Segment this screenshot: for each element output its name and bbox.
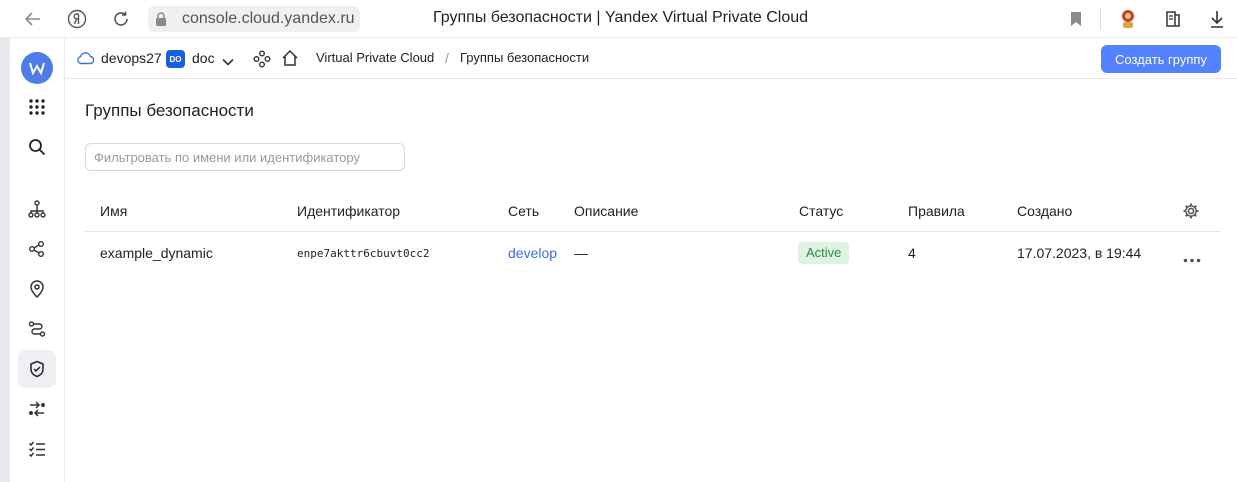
yandex-icon[interactable] <box>66 8 88 30</box>
column-created: Создано <box>1017 203 1073 219</box>
cloud-selector[interactable]: devops27 <box>101 50 162 66</box>
app-header: devops27 DO doc Virtual Private Cloud / … <box>65 38 1237 79</box>
address-bar[interactable]: console.cloud.yandex.ru <box>148 6 360 32</box>
lock-icon <box>153 11 169 27</box>
row-name[interactable]: example_dynamic <box>100 245 213 261</box>
all-services-grid-icon[interactable] <box>18 88 56 126</box>
toolbar-divider <box>1100 8 1101 30</box>
filter-input[interactable] <box>85 143 405 171</box>
column-description: Описание <box>574 203 639 219</box>
reload-icon[interactable] <box>110 8 132 30</box>
subnets-share-icon[interactable] <box>18 230 56 268</box>
table-row[interactable]: example_dynamic enpe7akttr6cbuvt0cc2 dev… <box>85 232 1221 274</box>
bookmark-icon[interactable] <box>1065 8 1087 30</box>
row-id: enpe7akttr6cbuvt0cc2 <box>297 247 430 260</box>
table-header: Имя Идентификатор Сеть Описание Статус П… <box>85 190 1221 232</box>
column-id: Идентификатор <box>297 203 401 219</box>
breadcrumb-separator: / <box>445 50 449 66</box>
browser-toolbar: console.cloud.yandex.ru Группы безопасно… <box>0 0 1237 38</box>
routing-tables-icon[interactable] <box>18 310 56 348</box>
row-description: — <box>574 245 588 261</box>
operations-checklist-icon[interactable] <box>18 430 56 468</box>
url-text: console.cloud.yandex.ru <box>182 10 355 27</box>
column-name: Имя <box>100 203 128 219</box>
more-icon[interactable] <box>1183 251 1201 266</box>
download-icon[interactable] <box>1206 8 1228 30</box>
extension-icon[interactable] <box>1117 8 1139 30</box>
cloud-networks-icon[interactable] <box>18 190 56 228</box>
page-title: Группы безопасности <box>85 101 254 120</box>
security-groups-shield-icon[interactable] <box>18 350 56 388</box>
services-icon[interactable] <box>253 50 271 71</box>
gateways-icon[interactable] <box>18 390 56 428</box>
home-icon[interactable] <box>281 49 299 70</box>
search-icon[interactable] <box>18 128 56 166</box>
row-rules: 4 <box>908 245 916 261</box>
cloud-icon <box>76 51 95 68</box>
chevron-down-icon[interactable] <box>222 54 234 69</box>
back-arrow-icon[interactable] <box>22 8 44 30</box>
folder-badge: DO <box>166 50 185 68</box>
row-created: 17.07.2023, в 19:44 <box>1017 245 1142 261</box>
ip-addresses-location-icon[interactable] <box>18 270 56 308</box>
status-badge: Active <box>798 242 850 264</box>
column-status: Статус <box>799 203 844 219</box>
tab-title: Группы безопасности | Yandex Virtual Pri… <box>433 9 809 26</box>
side-nav-edge <box>0 38 10 482</box>
folder-selector[interactable]: doc <box>192 50 215 66</box>
breadcrumb-current: Группы безопасности <box>460 50 590 65</box>
row-network-link[interactable]: develop <box>508 245 557 261</box>
settings-gear-icon[interactable] <box>1182 202 1200 223</box>
create-group-button[interactable]: Создать группу <box>1101 45 1221 73</box>
column-network: Сеть <box>508 203 540 219</box>
breadcrumb-service[interactable]: Virtual Private Cloud <box>316 50 434 65</box>
collections-icon[interactable] <box>1162 8 1184 30</box>
column-rules: Правила <box>908 203 965 219</box>
yandex-cloud-logo-icon[interactable] <box>21 52 53 84</box>
